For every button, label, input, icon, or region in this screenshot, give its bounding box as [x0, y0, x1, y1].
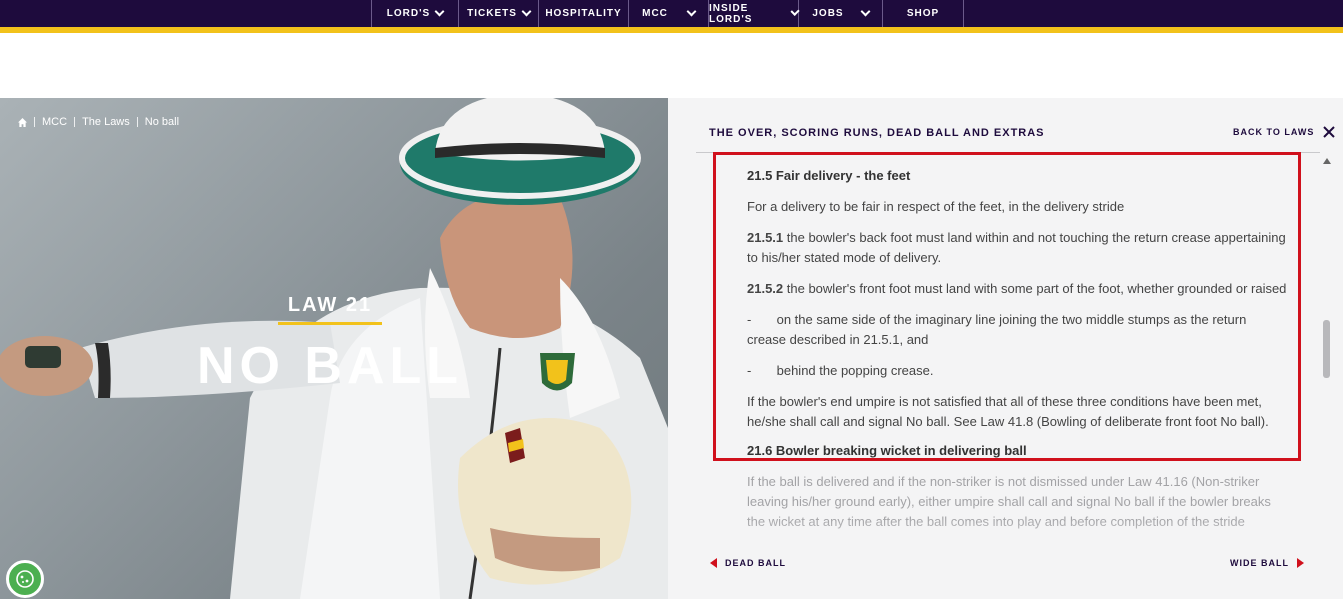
- back-to-laws-link[interactable]: BACK TO LAWS: [1233, 126, 1336, 138]
- nav-item-tickets[interactable]: TICKETS: [458, 0, 538, 27]
- nav-item-label: INSIDE LORD'S: [709, 2, 753, 25]
- chevron-down-icon: [860, 6, 871, 17]
- law-title: NO BALL: [196, 337, 464, 395]
- cookie-icon: [16, 570, 34, 588]
- nav-item-label: MCC: [642, 8, 668, 19]
- chevron-down-icon: [521, 6, 532, 17]
- hero-image: MCC The Laws No ball LAW 21 NO BALL: [0, 98, 668, 599]
- content-fade: [696, 518, 1320, 599]
- breadcrumb-current: No ball: [144, 116, 180, 128]
- law-number: LAW 21: [287, 294, 373, 316]
- previous-law-label: DEAD BALL: [725, 558, 786, 568]
- nav-item-label: JOBS: [812, 8, 844, 19]
- nav-item-label: SHOP: [906, 8, 940, 19]
- nav-item-label: TICKETS: [467, 8, 517, 19]
- breadcrumb-mcc[interactable]: MCC: [42, 116, 67, 128]
- breadcrumb-separator: [136, 117, 138, 127]
- breadcrumb-the-laws[interactable]: The Laws: [82, 116, 130, 128]
- back-to-laws-label: BACK TO LAWS: [1233, 127, 1315, 137]
- home-icon[interactable]: [18, 117, 27, 127]
- arrow-right-icon: [1297, 558, 1304, 568]
- close-icon[interactable]: [1323, 126, 1336, 138]
- nav-item-inside-lords[interactable]: INSIDE LORD'S: [708, 0, 800, 27]
- previous-law-link[interactable]: DEAD BALL: [710, 558, 786, 568]
- arrow-left-icon: [710, 558, 717, 568]
- law-content-panel: THE OVER, SCORING RUNS, DEAD BALL AND EX…: [668, 98, 1343, 599]
- breadcrumb-separator: [74, 117, 76, 127]
- nav-item-label: HOSPITALITY: [545, 8, 622, 19]
- nav-item-lords[interactable]: LORD'S: [371, 0, 458, 27]
- nav-item-hospitality[interactable]: HOSPITALITY: [538, 0, 628, 27]
- nav-accent-line: [0, 27, 1343, 33]
- next-law-label: WIDE BALL: [1230, 558, 1289, 568]
- next-law-link[interactable]: WIDE BALL: [1230, 558, 1304, 568]
- chevron-down-icon: [434, 6, 445, 17]
- nav-item-shop[interactable]: SHOP: [882, 0, 964, 27]
- nav-item-jobs[interactable]: JOBS: [798, 0, 882, 27]
- highlight-box: [713, 152, 1301, 461]
- scrollbar-thumb[interactable]: [1323, 320, 1330, 378]
- breadcrumb-separator: [34, 117, 35, 127]
- law-underline: [278, 322, 382, 325]
- breadcrumb: MCC The Laws No ball: [18, 116, 179, 128]
- section-title: THE OVER, SCORING RUNS, DEAD BALL AND EX…: [709, 127, 1045, 139]
- nav-menu: LORD'S TICKETS HOSPITALITY MCC INSIDE LO…: [371, 0, 964, 27]
- cookie-settings-button[interactable]: [6, 560, 44, 598]
- nav-item-label: LORD'S: [386, 8, 431, 19]
- chevron-down-icon: [686, 6, 697, 17]
- nav-item-mcc[interactable]: MCC: [628, 0, 708, 27]
- scroll-up-arrow[interactable]: [1323, 158, 1331, 164]
